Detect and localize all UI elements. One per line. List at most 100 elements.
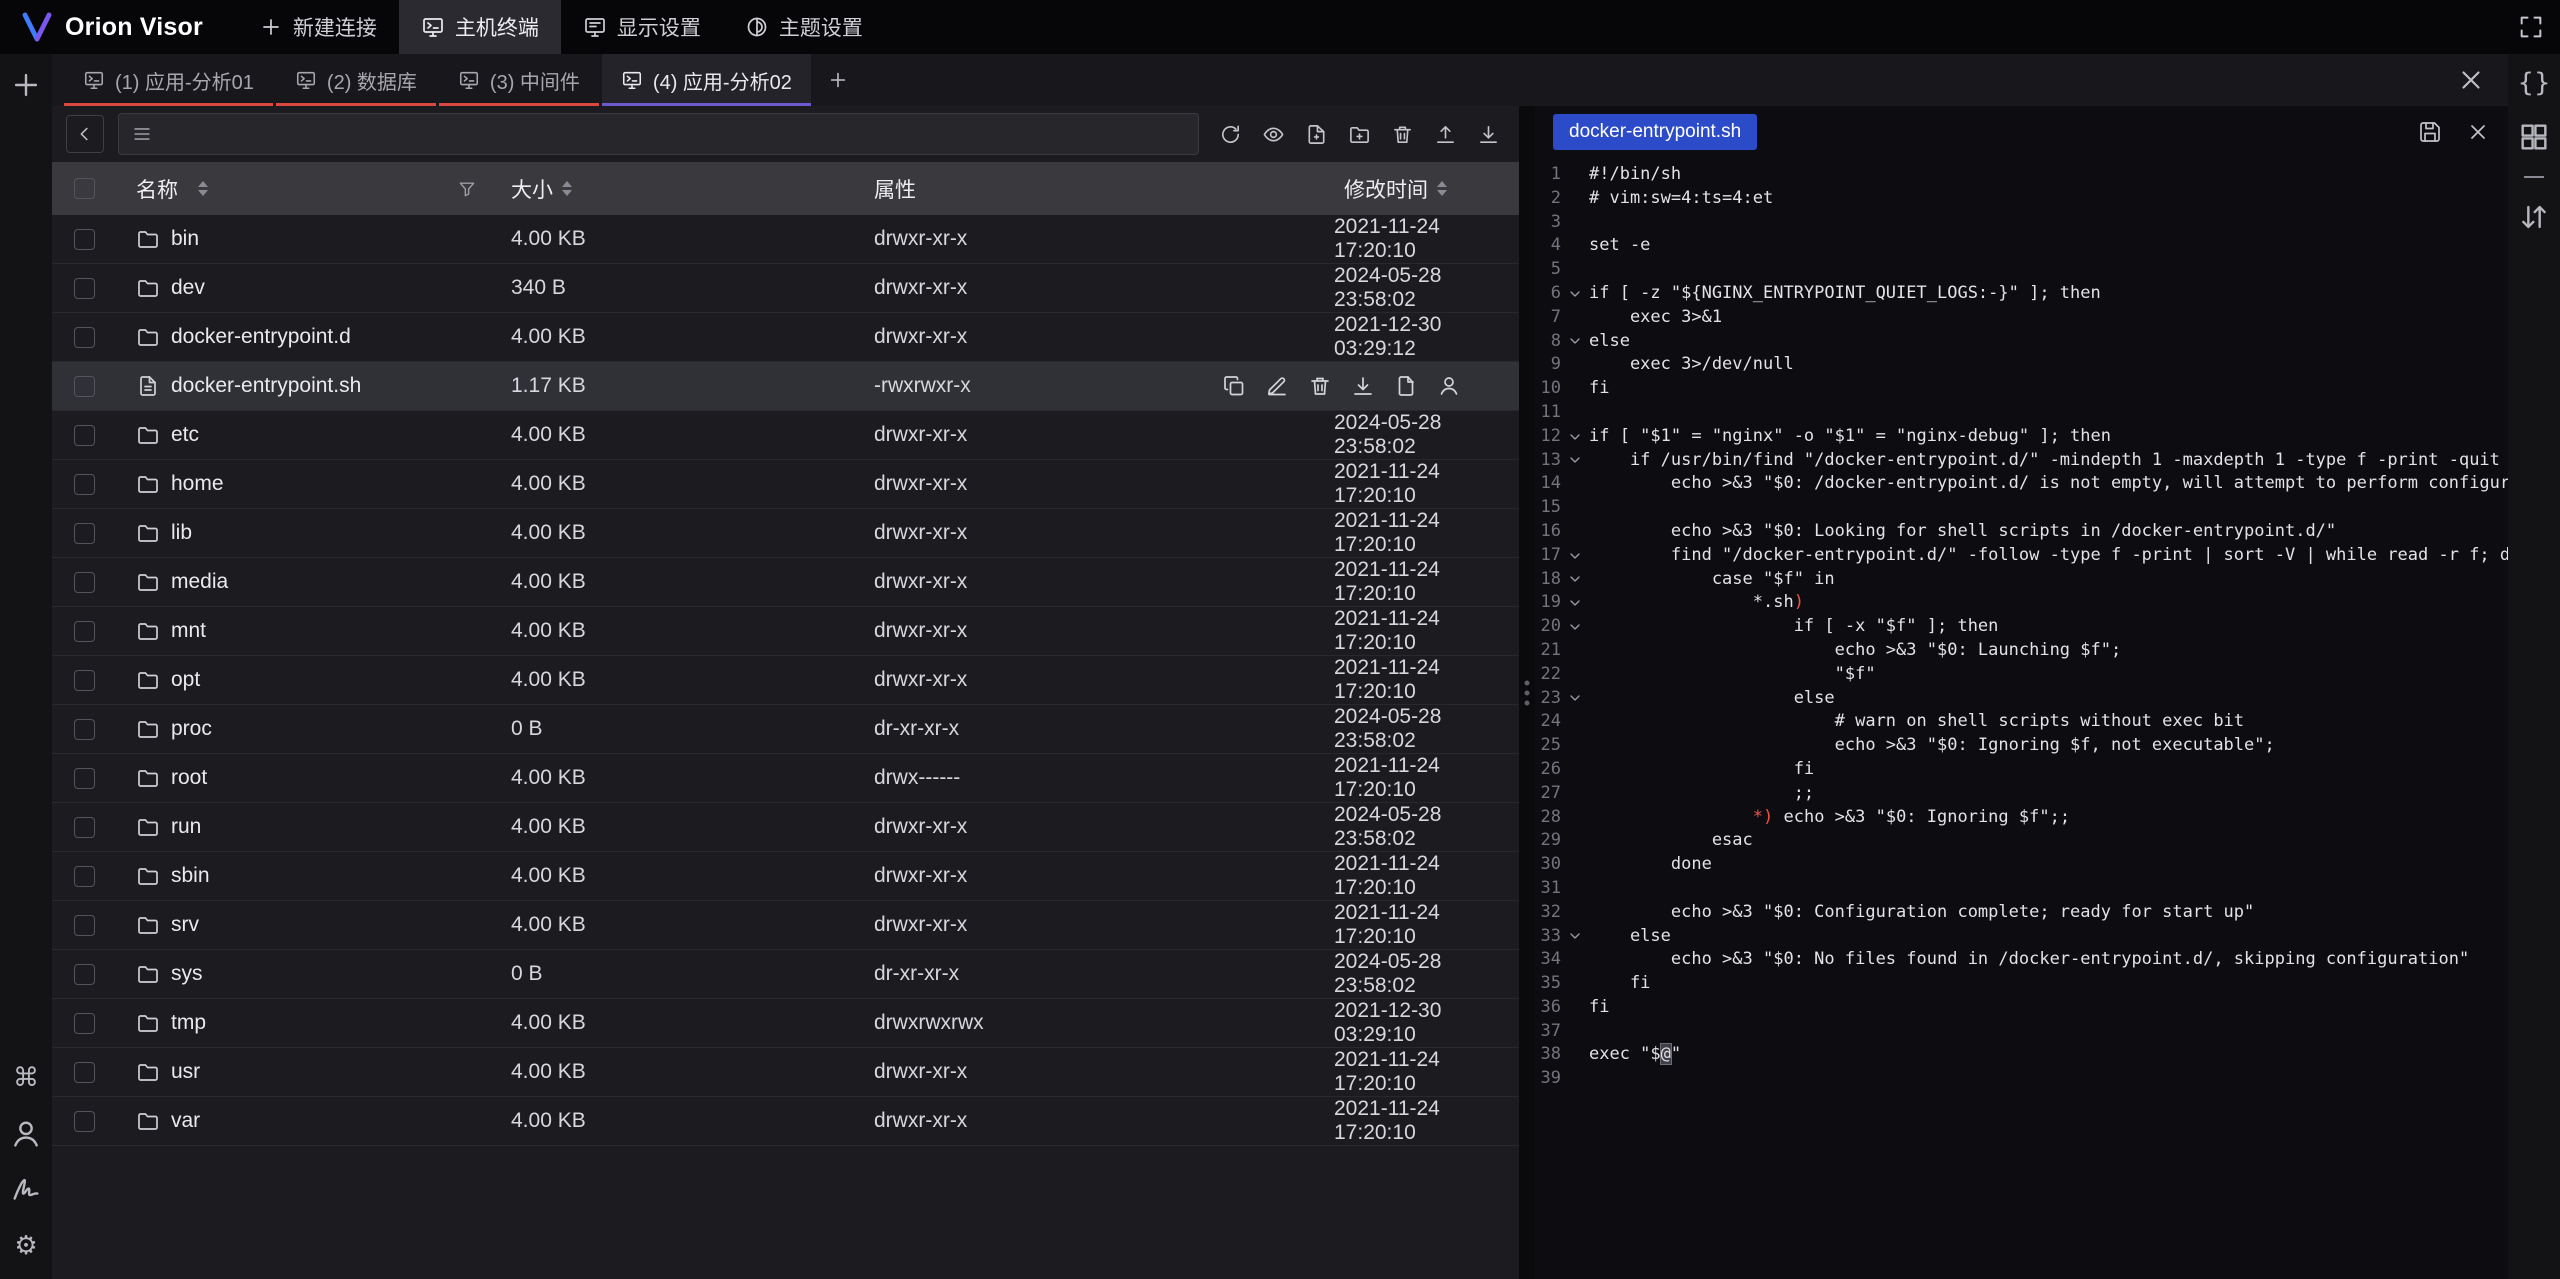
fold-chevron-icon[interactable] xyxy=(1561,687,1589,711)
user-icon[interactable] xyxy=(9,1117,43,1151)
fullscreen-icon[interactable] xyxy=(2517,13,2545,41)
column-header-name[interactable]: 名称 xyxy=(116,174,501,204)
tabbar-close-icon[interactable] xyxy=(2456,65,2486,95)
table-row[interactable]: sys0 Bdr-xr-xr-x2024-05-28 23:58:02 xyxy=(52,950,1519,999)
editor-file-tab[interactable]: docker-entrypoint.sh xyxy=(1553,114,1757,150)
table-row[interactable]: sbin4.00 KBdrwxr-xr-x2021-11-24 17:20:10 xyxy=(52,852,1519,901)
row-checkbox[interactable] xyxy=(74,1013,95,1034)
nav-item-display-settings[interactable]: 显示设置 xyxy=(561,0,723,54)
file-name[interactable]: run xyxy=(171,815,201,839)
fold-chevron-icon[interactable] xyxy=(1561,925,1589,949)
row-checkbox[interactable] xyxy=(74,1111,95,1132)
nav-item-theme-settings[interactable]: 主题设置 xyxy=(723,0,885,54)
sort-icon[interactable] xyxy=(562,181,572,196)
save-icon[interactable] xyxy=(2418,120,2442,144)
table-row[interactable]: docker-entrypoint.d4.00 KBdrwxr-xr-x2021… xyxy=(52,313,1519,362)
row-checkbox[interactable] xyxy=(74,768,95,789)
new-file-button[interactable] xyxy=(1299,117,1333,151)
sort-icon[interactable] xyxy=(1437,181,1447,196)
add-tab-button[interactable] xyxy=(814,54,862,106)
settings-icon[interactable]: ⚙ xyxy=(9,1229,43,1263)
table-row[interactable]: proc0 Bdr-xr-xr-x2024-05-28 23:58:02 xyxy=(52,705,1519,754)
file-name[interactable]: var xyxy=(171,1109,200,1133)
file-name[interactable]: docker-entrypoint.d xyxy=(171,325,351,349)
permission-button[interactable] xyxy=(1437,374,1461,398)
table-row[interactable]: tmp4.00 KBdrwxrwxrwx2021-12-30 03:29:10 xyxy=(52,999,1519,1048)
row-checkbox[interactable] xyxy=(74,621,95,642)
table-row[interactable]: srv4.00 KBdrwxr-xr-x2021-11-24 17:20:10 xyxy=(52,901,1519,950)
file-name[interactable]: sbin xyxy=(171,864,210,888)
row-checkbox[interactable] xyxy=(74,1062,95,1083)
file-name[interactable]: srv xyxy=(171,913,199,937)
row-checkbox[interactable] xyxy=(74,474,95,495)
table-row[interactable]: opt4.00 KBdrwxr-xr-x2021-11-24 17:20:10 xyxy=(52,656,1519,705)
file-name[interactable]: mnt xyxy=(171,619,206,643)
file-name[interactable]: opt xyxy=(171,668,200,692)
copy-button[interactable] xyxy=(1222,374,1246,398)
sort-icon[interactable] xyxy=(198,181,208,196)
path-input[interactable] xyxy=(163,123,1186,146)
splitter-grip-icon[interactable] xyxy=(1525,680,1530,705)
nav-item-host-terminal[interactable]: 主机终端 xyxy=(399,0,561,54)
table-row[interactable]: media4.00 KBdrwxr-xr-x2021-11-24 17:20:1… xyxy=(52,558,1519,607)
back-button[interactable] xyxy=(66,115,104,153)
new-folder-button[interactable] xyxy=(1342,117,1376,151)
row-checkbox[interactable] xyxy=(74,817,95,838)
row-checkbox[interactable] xyxy=(74,523,95,544)
file-name[interactable]: dev xyxy=(171,276,205,300)
file-name[interactable]: sys xyxy=(171,962,203,986)
filter-icon[interactable] xyxy=(457,179,477,199)
tab-3[interactable]: (3) 中间件 xyxy=(439,54,599,106)
table-row[interactable]: mnt4.00 KBdrwxr-xr-x2021-11-24 17:20:10 xyxy=(52,607,1519,656)
table-row[interactable]: usr4.00 KBdrwxr-xr-x2021-11-24 17:20:10 xyxy=(52,1048,1519,1097)
panel-splitter[interactable] xyxy=(1519,106,1535,1279)
row-checkbox[interactable] xyxy=(74,572,95,593)
file-name[interactable]: root xyxy=(171,766,207,790)
table-row[interactable]: lib4.00 KBdrwxr-xr-x2021-11-24 17:20:10 xyxy=(52,509,1519,558)
command-icon[interactable]: ⌘ xyxy=(9,1061,43,1095)
row-checkbox[interactable] xyxy=(74,425,95,446)
row-checkbox[interactable] xyxy=(74,866,95,887)
file-name[interactable]: bin xyxy=(171,227,199,251)
table-row[interactable]: dev340 Bdrwxr-xr-x2024-05-28 23:58:02 xyxy=(52,264,1519,313)
table-row[interactable]: var4.00 KBdrwxr-xr-x2021-11-24 17:20:10 xyxy=(52,1097,1519,1146)
column-header-size[interactable]: 大小 xyxy=(501,174,874,204)
fold-chevron-icon[interactable] xyxy=(1561,591,1589,615)
row-checkbox[interactable] xyxy=(74,964,95,985)
download-button[interactable] xyxy=(1351,374,1375,398)
swap-icon[interactable] xyxy=(2517,200,2551,234)
list-icon[interactable] xyxy=(131,123,153,145)
file-name[interactable]: etc xyxy=(171,423,199,447)
row-checkbox[interactable] xyxy=(74,376,95,397)
select-all-checkbox[interactable] xyxy=(74,178,95,199)
signature-icon[interactable] xyxy=(9,1173,43,1207)
table-row[interactable]: home4.00 KBdrwxr-xr-x2021-11-24 17:20:10 xyxy=(52,460,1519,509)
file-name[interactable]: home xyxy=(171,472,224,496)
tab-2[interactable]: (2) 数据库 xyxy=(276,54,436,106)
row-checkbox[interactable] xyxy=(74,327,95,348)
fold-chevron-icon[interactable] xyxy=(1561,615,1589,639)
tab-4[interactable]: (4) 应用-分析02 xyxy=(602,54,811,106)
delete-button[interactable] xyxy=(1385,117,1419,151)
editor-close-icon[interactable] xyxy=(2466,120,2490,144)
fold-chevron-icon[interactable] xyxy=(1561,282,1589,306)
copy-path-button[interactable] xyxy=(1394,374,1418,398)
fold-chevron-icon[interactable] xyxy=(1561,544,1589,568)
column-header-time[interactable]: 修改时间 xyxy=(1334,174,1519,204)
row-checkbox[interactable] xyxy=(74,915,95,936)
file-name[interactable]: lib xyxy=(171,521,192,545)
table-row[interactable]: bin4.00 KBdrwxr-xr-x2021-11-24 17:20:10 xyxy=(52,215,1519,264)
toggle-hidden-button[interactable] xyxy=(1256,117,1290,151)
delete-button[interactable] xyxy=(1308,374,1332,398)
row-checkbox[interactable] xyxy=(74,719,95,740)
fold-chevron-icon[interactable] xyxy=(1561,425,1589,449)
fold-chevron-icon[interactable] xyxy=(1561,449,1589,473)
row-checkbox[interactable] xyxy=(74,670,95,691)
braces-icon[interactable]: {} xyxy=(2517,66,2551,100)
file-name[interactable]: tmp xyxy=(171,1011,206,1035)
row-checkbox[interactable] xyxy=(74,278,95,299)
table-row[interactable]: etc4.00 KBdrwxr-xr-x2024-05-28 23:58:02 xyxy=(52,411,1519,460)
file-name[interactable]: proc xyxy=(171,717,212,741)
file-name[interactable]: docker-entrypoint.sh xyxy=(171,374,361,398)
table-row[interactable]: docker-entrypoint.sh1.17 KB-rwxrwxr-x xyxy=(52,362,1519,411)
